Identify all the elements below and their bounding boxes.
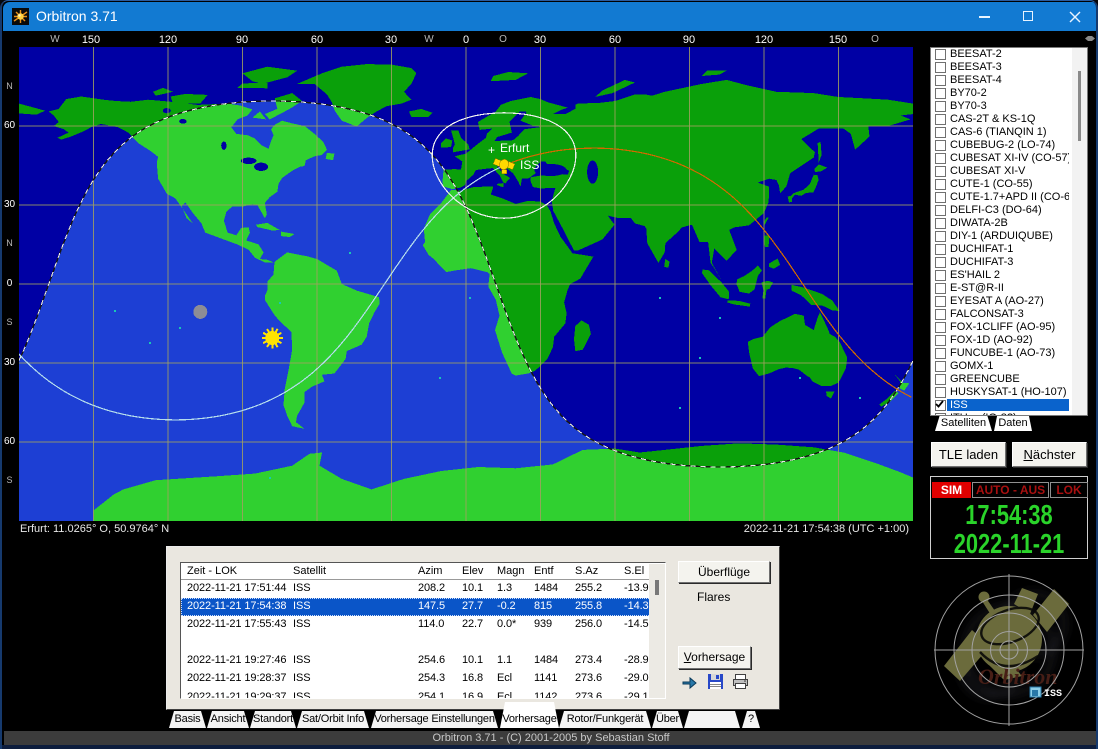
svg-text:ISS: ISS — [520, 158, 539, 172]
svg-text:ISS: ISS — [1044, 689, 1062, 700]
svg-text:+: + — [488, 143, 495, 157]
svg-text:Orbitron: Orbitron — [978, 664, 1057, 689]
svg-text:Erfurt: Erfurt — [500, 141, 530, 155]
